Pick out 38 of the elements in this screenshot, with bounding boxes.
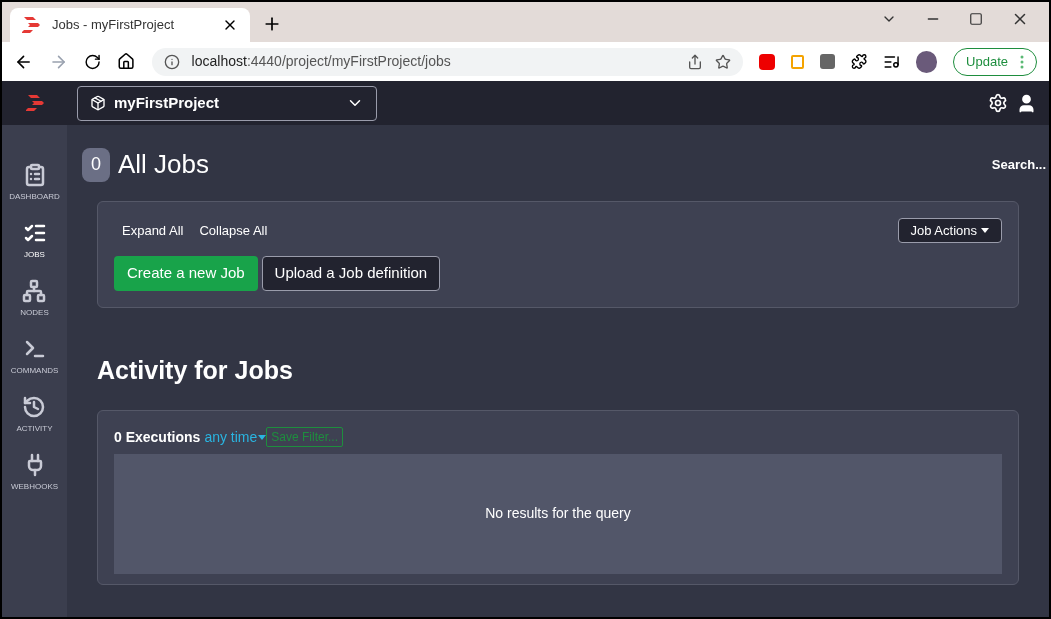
collapse-all-link[interactable]: Collapse All — [199, 220, 268, 241]
caret-icon — [981, 228, 989, 233]
sidebar-nav-item[interactable]: WEBHOOKS — [10, 453, 59, 493]
settings-icon[interactable] — [988, 93, 1008, 113]
app-logo-icon — [26, 95, 44, 111]
site-info-icon[interactable] — [163, 53, 180, 70]
reload-icon[interactable] — [84, 52, 102, 71]
more-menu-icon — [1020, 54, 1024, 69]
sidebar-nav-item[interactable]: DASHBOARD — [9, 163, 60, 203]
activity-heading: Activity for Jobs — [97, 355, 294, 386]
time-filter-dropdown[interactable]: any time — [204, 426, 267, 448]
maximize-icon[interactable] — [969, 12, 983, 26]
executions-count: 0 Executions — [114, 427, 201, 447]
tab-favicon-icon — [22, 17, 40, 33]
bookmark-star-icon[interactable] — [715, 53, 732, 70]
address-bar[interactable]: localhost:4440/project/myFirstProject/jobs — [151, 47, 744, 76]
empty-results-message: No results for the query — [485, 504, 631, 523]
caret-icon — [258, 434, 267, 440]
home-icon[interactable] — [117, 52, 136, 71]
history-icon — [22, 395, 47, 419]
profile-avatar[interactable] — [916, 50, 938, 73]
job-count-badge: 0 — [82, 147, 110, 182]
job-actions-dropdown[interactable]: Job Actions — [897, 218, 1002, 243]
extensions-puzzle-icon[interactable] — [850, 53, 867, 70]
sidebar-nav-item[interactable]: NODES — [20, 279, 49, 319]
sidebar-nav-item[interactable]: COMMANDS — [10, 337, 59, 377]
share-icon[interactable] — [687, 53, 704, 70]
browser-tab[interactable]: Jobs - myFirstProject — [10, 8, 250, 42]
page-title: All Jobs — [118, 148, 210, 181]
project-selector[interactable]: myFirstProject — [77, 85, 377, 121]
search-link[interactable]: Search... — [991, 154, 1046, 175]
sidebar-nav-item[interactable]: ACTIVITY — [16, 395, 53, 435]
sidebar-nav-item[interactable]: JOBS — [22, 221, 47, 261]
url-text: localhost:4440/project/myFirstProject/jobs — [191, 52, 452, 71]
upload-job-button[interactable]: Upload a Job definition — [261, 256, 441, 291]
hierarchy-icon — [22, 279, 47, 303]
package-icon — [90, 95, 106, 111]
expand-all-link[interactable]: Expand All — [122, 220, 184, 241]
